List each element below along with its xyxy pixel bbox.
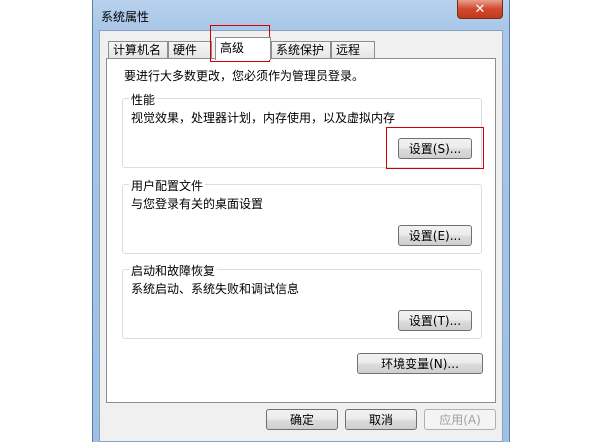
admin-note: 要进行大多数更改，您必须作为管理员登录。 — [124, 69, 365, 83]
tab-hardware[interactable]: 硬件 — [168, 41, 212, 59]
user-profiles-settings-button[interactable]: 设置(E)... — [398, 225, 472, 246]
title-bar[interactable]: 系统属性 ✕ — [93, 0, 509, 30]
performance-title: 性能 — [129, 91, 158, 108]
startup-recovery-desc: 系统启动、系统失败和调试信息 — [131, 282, 300, 296]
environment-variables-button[interactable]: 环境变量(N)... — [357, 353, 483, 374]
startup-recovery-settings-button[interactable]: 设置(T)... — [398, 310, 472, 331]
performance-desc: 视觉效果，处理器计划，内存使用，以及虚拟内存 — [131, 111, 396, 125]
ok-button[interactable]: 确定 — [266, 409, 338, 430]
user-profiles-title: 用户配置文件 — [129, 177, 206, 194]
tab-system-protection[interactable]: 系统保护 — [271, 41, 331, 59]
close-icon: ✕ — [474, 1, 486, 17]
tab-remote[interactable]: 远程 — [331, 41, 375, 59]
tab-computer-name[interactable]: 计算机名 — [108, 41, 168, 59]
performance-settings-button[interactable]: 设置(S)... — [398, 138, 472, 159]
user-profiles-desc: 与您登录有关的桌面设置 — [131, 197, 264, 211]
close-button[interactable]: ✕ — [457, 0, 503, 19]
window-title: 系统属性 — [101, 10, 150, 24]
startup-recovery-title: 启动和故障恢复 — [129, 262, 218, 279]
cancel-button[interactable]: 取消 — [345, 409, 417, 430]
tab-advanced[interactable]: 高级 — [215, 37, 271, 60]
apply-button[interactable]: 应用(A) — [424, 409, 496, 430]
